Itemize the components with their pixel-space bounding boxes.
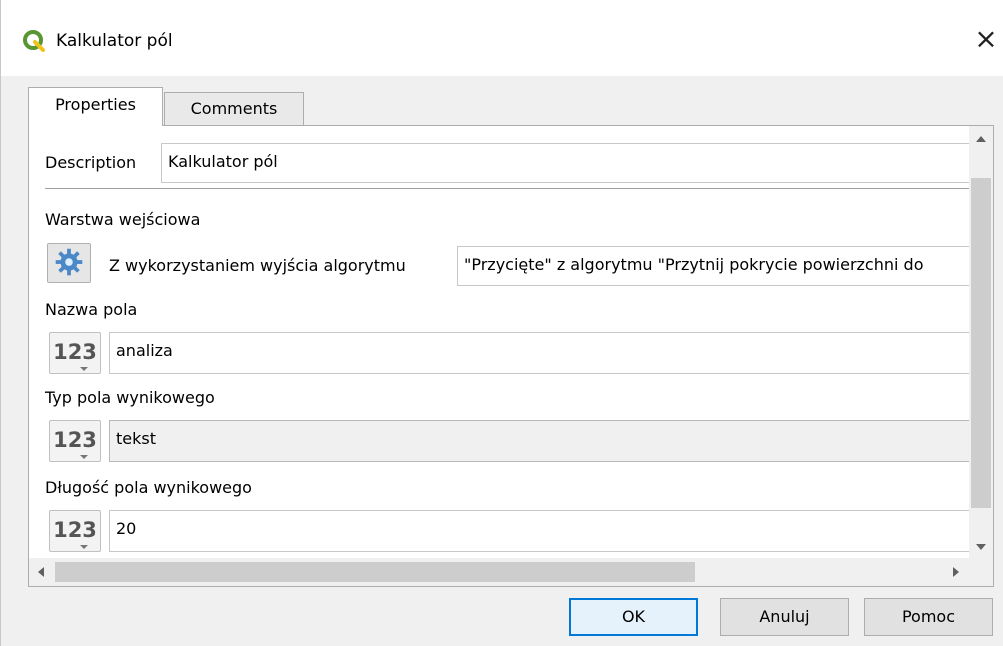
scroll-right-icon[interactable]: [953, 567, 959, 577]
description-label: Description: [45, 153, 137, 172]
field-length-source-button[interactable]: 123: [49, 510, 101, 552]
cancel-button[interactable]: Anuluj: [720, 598, 849, 636]
input-layer-label: Warstwa wejściowa: [45, 210, 201, 229]
number-123-icon: 123: [53, 340, 97, 364]
horizontal-scrollbar[interactable]: [29, 558, 969, 586]
vertical-scrollbar[interactable]: [969, 126, 993, 558]
divider: [45, 188, 969, 189]
description-input[interactable]: Kalkulator pól: [161, 143, 969, 183]
field-type-label: Typ pola wynikowego: [45, 388, 215, 407]
algorithm-output-button[interactable]: [47, 243, 91, 283]
scroll-up-icon[interactable]: [976, 136, 986, 142]
field-name-source-button[interactable]: 123: [49, 332, 101, 374]
dialog-window: Kalkulator pól × Properties Comments Des…: [0, 0, 1003, 646]
title-bar: Kalkulator pól ×: [1, 0, 1003, 76]
number-123-icon: 123: [53, 428, 97, 452]
tab-comments[interactable]: Comments: [164, 92, 304, 126]
horizontal-scroll-thumb[interactable]: [55, 562, 695, 582]
field-length-label: Długość pola wynikowego: [45, 478, 252, 497]
algorithm-output-label: Z wykorzystaniem wyjścia algorytmu: [109, 256, 406, 275]
scroll-down-icon[interactable]: [976, 544, 986, 550]
scroll-left-icon[interactable]: [38, 567, 44, 577]
field-length-input[interactable]: 20: [109, 510, 969, 552]
ok-button[interactable]: OK: [569, 598, 698, 636]
field-name-input[interactable]: analiza: [109, 332, 969, 374]
field-type-select[interactable]: tekst: [109, 420, 969, 462]
number-123-icon: 123: [53, 518, 97, 542]
field-name-label: Nazwa pola: [45, 300, 138, 319]
properties-panel: Description Kalkulator pól Warstwa wejśc…: [28, 125, 994, 587]
qgis-logo-icon: [23, 30, 45, 52]
scroll-content: Description Kalkulator pól Warstwa wejśc…: [29, 126, 969, 558]
scroll-corner: [969, 558, 993, 586]
vertical-scroll-thumb[interactable]: [971, 178, 991, 508]
input-layer-select[interactable]: "Przycięte" z algorytmu "Przytnij pokryc…: [457, 246, 969, 286]
close-button[interactable]: ×: [969, 24, 1003, 58]
tab-properties[interactable]: Properties: [28, 87, 163, 126]
help-button[interactable]: Pomoc: [864, 598, 993, 636]
gear-algorithm-icon: [55, 248, 83, 276]
field-type-source-button[interactable]: 123: [49, 420, 101, 462]
window-title: Kalkulator pól: [56, 31, 173, 51]
